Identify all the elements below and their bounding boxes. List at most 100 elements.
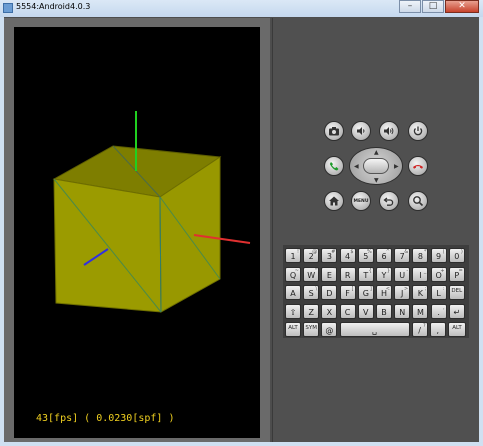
key-6[interactable]: 6 ^ — [376, 248, 392, 263]
dpad-left-icon[interactable]: ◀ — [354, 164, 359, 170]
key-f[interactable]: F[ — [339, 285, 356, 300]
key-o[interactable]: O + — [430, 266, 447, 282]
search-icon — [413, 196, 424, 207]
search-button[interactable] — [408, 191, 428, 211]
key-x[interactable]: X — [321, 303, 338, 319]
key-alt-label: { — [368, 267, 372, 274]
key-alt-label: @ — [312, 249, 318, 255]
camera-button[interactable] — [324, 121, 344, 141]
key-sym-1[interactable]: SYM — [303, 322, 320, 337]
key-k[interactable]: K; — [412, 285, 429, 300]
key-alt-label: ? — [422, 323, 426, 329]
key-label: SYM — [305, 325, 317, 331]
key-c[interactable]: C — [339, 303, 356, 319]
key-5[interactable]: 5% — [357, 248, 374, 263]
dpad-right-icon[interactable]: ▶ — [394, 164, 399, 170]
key-q[interactable]: Q ~ — [285, 266, 301, 282]
key-s[interactable]: S \ — [303, 285, 320, 300]
dpad[interactable]: ▲ ▼ ◀ ▶ — [349, 147, 403, 185]
key-9[interactable]: 9( — [430, 248, 447, 263]
volume-up-button[interactable] — [379, 121, 399, 141]
key-alt-label: ! — [296, 249, 299, 255]
key-3[interactable]: 3 # — [321, 248, 338, 263]
key-r[interactable]: R — [339, 266, 356, 282]
key-8[interactable]: 8 * — [412, 248, 429, 263]
key-m[interactable]: M — [412, 303, 429, 319]
key-label: ALT — [288, 325, 298, 331]
key-alt-label: } — [386, 267, 390, 274]
key-alt-0[interactable]: ALT — [285, 322, 301, 337]
key-b[interactable]: B — [376, 303, 392, 319]
key-label: , — [436, 326, 440, 335]
key-label: X — [326, 307, 333, 317]
key-v[interactable]: V — [357, 303, 374, 319]
power-button[interactable] — [408, 121, 428, 141]
key-label: DEL — [451, 288, 463, 294]
key-0[interactable]: 0) — [448, 248, 465, 263]
key-alt-6[interactable]: ALT — [448, 322, 466, 337]
key-i[interactable]: I _ — [412, 266, 429, 282]
maximize-button[interactable]: □ — [422, 0, 444, 13]
key-y[interactable]: Y} — [376, 266, 392, 282]
key-u[interactable]: U- — [394, 266, 411, 282]
key-h[interactable]: H < — [376, 285, 392, 300]
key-,-5[interactable]: , — [429, 322, 446, 337]
key-label: Z — [308, 307, 314, 317]
key-alt-label: ; — [424, 286, 427, 292]
dpad-up-icon[interactable]: ▲ — [374, 150, 379, 156]
volume-down-icon — [357, 127, 365, 135]
call-icon — [329, 162, 339, 171]
key-a[interactable]: A — [285, 285, 301, 300]
back-icon — [383, 197, 394, 206]
window-controls: – □ ✕ — [398, 0, 479, 14]
key-alt-label: ( — [442, 249, 445, 255]
home-button[interactable] — [324, 191, 344, 211]
dpad-down-icon[interactable]: ▼ — [374, 178, 379, 184]
device-screen[interactable]: 43[fps] ( 0.0230[spf] ) — [14, 27, 260, 438]
key-↵[interactable]: ↵ — [448, 303, 465, 319]
key-⇧[interactable]: ⇧ — [285, 303, 301, 319]
key-label: V — [363, 307, 369, 317]
call-button[interactable] — [324, 156, 344, 176]
key-7[interactable]: 7 & — [394, 248, 411, 263]
key-l[interactable]: L: — [430, 285, 447, 300]
key-label: @ — [325, 326, 334, 335]
close-button[interactable]: ✕ — [445, 0, 479, 13]
key-alt-label: " — [314, 267, 318, 274]
end-call-icon — [413, 165, 423, 169]
key-@-2[interactable]: @ — [321, 322, 338, 337]
key-p[interactable]: P = — [448, 266, 465, 282]
key-alt-label: $ — [350, 249, 354, 255]
key-alt-label: % — [367, 249, 372, 255]
key-space-3[interactable]: ␣ — [339, 322, 410, 337]
key-d[interactable]: D — [321, 285, 338, 300]
key-n[interactable]: N — [394, 303, 411, 319]
key-e[interactable]: E ´ — [321, 266, 338, 282]
key-alt-label: , — [443, 304, 445, 311]
key-del[interactable]: DEL — [448, 285, 465, 300]
key-label: ALT — [452, 325, 462, 331]
dpad-center-button[interactable] — [363, 158, 389, 174]
key-j[interactable]: J > — [394, 285, 411, 300]
key-alt-label: _ — [423, 267, 427, 274]
key-t[interactable]: T{ — [357, 266, 374, 282]
key-label: R — [344, 270, 351, 280]
key-2[interactable]: 2 @ — [303, 248, 320, 263]
volume-down-button[interactable] — [351, 121, 371, 141]
minimize-button[interactable]: – — [399, 0, 421, 13]
key-z[interactable]: Z — [303, 303, 320, 319]
key-4[interactable]: 4 $ — [339, 248, 356, 263]
key-/-4[interactable]: /? — [411, 322, 428, 337]
key-label: A — [290, 289, 296, 298]
back-button[interactable] — [379, 191, 399, 211]
key-alt-label: = — [458, 267, 463, 274]
menu-button[interactable]: MENU — [351, 191, 371, 211]
key-1[interactable]: 1! — [285, 248, 301, 263]
key-g[interactable]: G] — [357, 285, 374, 300]
emulator-control-panel — [272, 18, 479, 442]
key-w[interactable]: W " — [303, 266, 320, 282]
end-call-button[interactable] — [408, 156, 428, 176]
key-alt-label: # — [331, 249, 336, 255]
key-.[interactable]: ., — [430, 303, 447, 319]
key-label: ␣ — [372, 326, 378, 335]
